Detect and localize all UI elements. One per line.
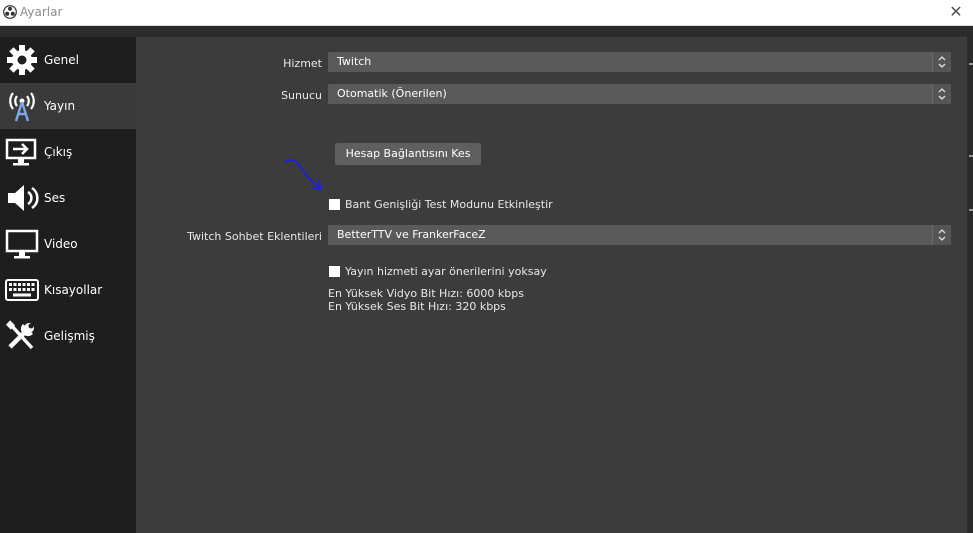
sidebar-item-label: Video (44, 237, 78, 251)
sidebar-item-label: Kısayollar (44, 283, 103, 297)
bandwidth-test-label[interactable]: Bant Genişliği Test Modunu Etkinleştir (345, 198, 553, 211)
chevron-updown-icon (932, 84, 951, 104)
title-bar: Ayarlar ✕ (0, 0, 973, 26)
keyboard-icon (5, 279, 39, 301)
tools-icon (5, 320, 34, 350)
annotation-arrow-icon (284, 159, 323, 190)
obs-logo-icon (3, 5, 17, 19)
stream-settings-panel (136, 37, 967, 533)
ignore-recommendations-checkbox[interactable] (329, 266, 340, 277)
chat-addons-label: Twitch Sohbet Eklentileri (187, 230, 322, 243)
server-label: Sunucu (281, 89, 322, 102)
broadcast-antenna-icon (9, 92, 35, 122)
chevron-updown-icon (932, 52, 951, 72)
sidebar-item-kisayollar[interactable]: Kısayollar (0, 267, 136, 313)
chat-addons-select[interactable]: BetterTTV ve FrankerFaceZ (328, 225, 951, 245)
service-value: Twitch (337, 55, 372, 68)
sidebar-item-gelismis[interactable]: Gelişmiş (0, 313, 136, 359)
sidebar-item-label: Çıkış (44, 145, 73, 159)
sidebar-item-label: Genel (44, 53, 80, 67)
sidebar-item-label: Gelişmiş (44, 329, 95, 343)
sidebar-item-cikis[interactable]: Çıkış (0, 129, 136, 175)
server-select[interactable]: Otomatik (Önerilen) (328, 84, 951, 104)
gear-icon (7, 45, 37, 75)
disconnect-account-button[interactable]: Hesap Bağlantısını Kes (335, 143, 481, 165)
service-select[interactable]: Twitch (328, 52, 951, 72)
sidebar-item-label: Ses (44, 191, 66, 205)
speaker-icon (8, 185, 39, 211)
server-value: Otomatik (Önerilen) (337, 87, 447, 100)
sidebar-item-video[interactable]: Video (0, 221, 136, 267)
ignore-recommendations-label[interactable]: Yayın hizmeti ayar önerilerini yoksay (345, 265, 547, 278)
sidebar-item-ses[interactable]: Ses (0, 175, 136, 221)
chevron-updown-icon (932, 225, 951, 245)
close-icon[interactable]: ✕ (947, 3, 965, 21)
chat-addons-value: BetterTTV ve FrankerFaceZ (337, 228, 486, 241)
scrollbar[interactable] (967, 37, 973, 533)
bandwidth-test-checkbox[interactable] (329, 199, 340, 210)
sidebar-item-label: Yayın (44, 99, 76, 113)
sidebar-item-yayin[interactable]: Yayın (0, 83, 136, 129)
settings-sidebar: Genel Yayın Çıkış Ses Video Kısayollar G… (0, 37, 136, 533)
max-video-bitrate: En Yüksek Vidyo Bit Hızı: 6000 kbps (328, 287, 524, 300)
max-audio-bitrate: En Yüksek Ses Bit Hızı: 320 kbps (328, 300, 506, 313)
service-label: Hizmet (283, 57, 322, 70)
sidebar-item-genel[interactable]: Genel (0, 37, 136, 83)
output-monitor-icon (5, 138, 37, 166)
window-title: Ayarlar (20, 5, 63, 19)
monitor-icon (5, 229, 39, 259)
